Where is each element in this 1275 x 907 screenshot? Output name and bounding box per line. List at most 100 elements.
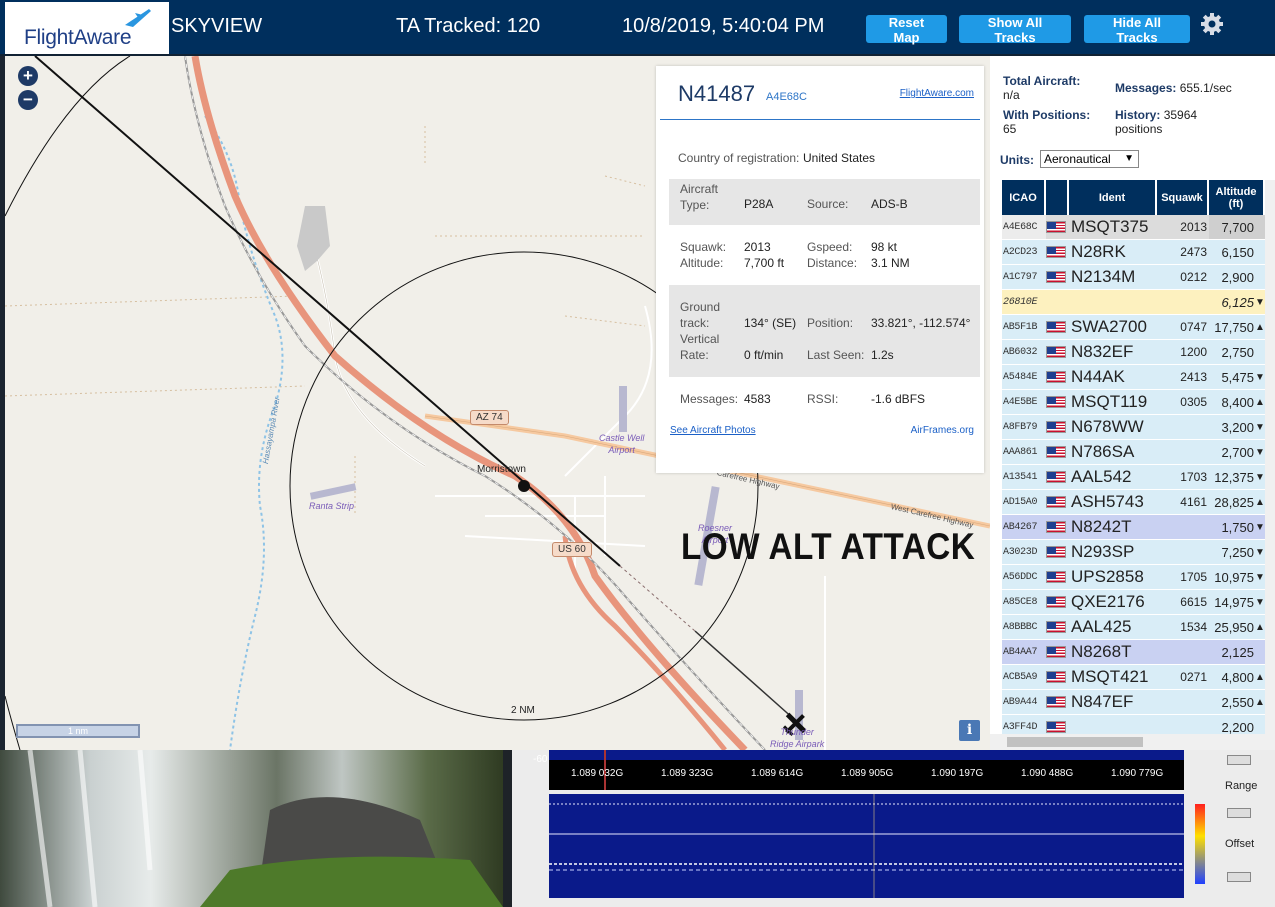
us-flag-icon	[1046, 646, 1066, 658]
flag-cell	[1046, 265, 1069, 289]
altitude-cell: 12,375 ▼	[1214, 469, 1265, 485]
squawk-cell: 2413	[1180, 370, 1207, 384]
table-row[interactable]: AAA861 N786SA 2,700 ▼	[1002, 440, 1265, 465]
table-row[interactable]: AB5F1B SWA2700 0747 17,750 ▲	[1002, 315, 1265, 340]
units-select[interactable]: Aeronautical ▼	[1040, 150, 1139, 168]
ident-cell: N8268T	[1071, 642, 1132, 661]
table-horizontal-scrollbar[interactable]	[990, 734, 1275, 750]
col-header-icao[interactable]: ICAO	[1002, 180, 1046, 215]
offset-slider[interactable]	[1227, 872, 1251, 882]
zoom-out-button[interactable]: −	[18, 90, 38, 110]
gspeed-label: Gspeed:	[807, 240, 853, 254]
flag-cell	[1046, 590, 1069, 614]
scroll-thumb[interactable]	[1007, 737, 1143, 747]
zoom-in-button[interactable]: +	[18, 66, 38, 86]
squawk-cell	[1157, 515, 1209, 539]
ident-cell: UPS2858	[1071, 567, 1144, 586]
total-aircraft-stat: Total Aircraft: n/a	[1003, 74, 1081, 102]
altitude-trend-icon: ▼	[1255, 521, 1265, 533]
reset-map-button[interactable]: Reset Map	[866, 15, 947, 45]
altitude-cell: 14,975 ▼	[1214, 594, 1265, 610]
table-row[interactable]: A4E68C MSQT375 2013 7,700	[1002, 215, 1265, 240]
altitude-trend-icon: ▲	[1255, 696, 1265, 708]
airport-ranta-strip: Ranta Strip	[309, 501, 355, 511]
history-stat: History: 35964 positions	[1115, 108, 1198, 136]
altitude-cell: 4,800 ▲	[1221, 669, 1265, 685]
table-row[interactable]: ACB5A9 MSQT421 0271 4,800 ▲	[1002, 665, 1265, 690]
airframes-link[interactable]: AirFrames.org	[911, 425, 974, 436]
gear-icon[interactable]	[1199, 11, 1225, 37]
flag-cell	[1046, 215, 1069, 239]
table-row[interactable]: AB4AA7 N8268T 2,125	[1002, 640, 1265, 665]
altitude-trend-icon: ▲	[1255, 396, 1265, 408]
flag-cell	[1046, 565, 1069, 589]
squawk-cell	[1157, 415, 1209, 439]
table-row[interactable]: AD15A0 ASH5743 4161 28,825 ▲	[1002, 490, 1265, 515]
table-row[interactable]: A4E5BE MSQT119 0305 8,400 ▲	[1002, 390, 1265, 415]
frequency-tick-label: 1.090 779G	[1111, 768, 1164, 779]
us-flag-icon	[1046, 571, 1066, 583]
altitude-cell: 10,975 ▼	[1214, 569, 1265, 585]
overlay-banner: LOW ALT ATTACK	[681, 526, 976, 567]
ident-cell: AAL425	[1071, 617, 1132, 636]
range-slider[interactable]	[1227, 808, 1251, 818]
map-info-button[interactable]: i	[959, 720, 980, 741]
frequency-tick-label: 1.090 197G	[931, 768, 984, 779]
table-row[interactable]: AB9A44 N847EF 2,550 ▲	[1002, 690, 1265, 715]
vrate-value: 0 ft/min	[744, 348, 784, 362]
hide-all-tracks-button[interactable]: Hide All Tracks	[1084, 15, 1190, 45]
altitude-cell: 1,750 ▼	[1221, 519, 1265, 535]
us-flag-icon	[1046, 596, 1066, 608]
altitude-cell: 2,550 ▲	[1221, 694, 1265, 710]
track-label-2: track:	[680, 316, 710, 330]
squawk-cell	[1157, 440, 1209, 464]
table-row[interactable]: A8FB79 N678WW 3,200 ▼	[1002, 415, 1265, 440]
messages-label: Messages:	[680, 392, 739, 406]
table-row[interactable]: 26810E 6,125 ▼	[1002, 290, 1265, 315]
frequency-tick-label: 1.089 614G	[751, 768, 804, 779]
table-row[interactable]: A8BBBC AAL425 1534 25,950 ▲	[1002, 615, 1265, 640]
range-slider-top[interactable]	[1227, 755, 1251, 765]
table-row[interactable]: A13541 AAL542 1703 12,375 ▼	[1002, 465, 1265, 490]
col-header-squawk[interactable]: Squawk	[1157, 180, 1209, 215]
popup-hex: A4E68C	[766, 91, 807, 103]
popup-divider	[660, 119, 980, 120]
flightaware-link[interactable]: FlightAware.com	[900, 88, 974, 99]
altitude-value: 7,700 ft	[744, 256, 785, 270]
table-row[interactable]: A1C797 N2134M 0212 2,900	[1002, 265, 1265, 290]
table-row[interactable]: AB4267 N8242T 1,750 ▼	[1002, 515, 1265, 540]
table-row[interactable]: A85CE8 QXE2176 6615 14,975 ▼	[1002, 590, 1265, 615]
col-header-altitude[interactable]: Altitude (ft)	[1209, 180, 1265, 215]
airport-thunder-ridge: Thunder Ridge Airpark	[770, 727, 825, 749]
table-vertical-scrollbar[interactable]	[1265, 180, 1275, 734]
squawk-cell	[1157, 640, 1209, 664]
altitude-trend-icon: ▼	[1255, 546, 1265, 558]
position-value: 33.821°, -112.574°	[871, 316, 971, 330]
table-row[interactable]: A3023D N293SP 7,250 ▼	[1002, 540, 1265, 565]
col-header-flag[interactable]	[1046, 180, 1069, 215]
squawk-cell: 0271	[1180, 670, 1207, 684]
color-scale	[1195, 804, 1205, 884]
table-row[interactable]: A2CD23 N28RK 2473 6,150	[1002, 240, 1265, 265]
with-positions-stat: With Positions: 65	[1003, 108, 1091, 136]
flightaware-logo[interactable]: FlightAware	[5, 2, 169, 54]
squawk-cell: 1705	[1180, 570, 1207, 584]
altitude-label: Altitude:	[680, 256, 724, 270]
table-row[interactable]: A5484E N44AK 2413 5,475 ▼	[1002, 365, 1265, 390]
icao-cell: AB4267	[1003, 521, 1038, 533]
lastseen-value: 1.2s	[871, 348, 894, 362]
us-flag-icon	[1046, 471, 1066, 483]
flag-cell	[1046, 465, 1069, 489]
offset-label: Offset	[1225, 838, 1255, 850]
show-all-tracks-button[interactable]: Show All Tracks	[959, 15, 1071, 45]
squawk-cell: 1703	[1180, 470, 1207, 484]
chevron-down-icon: ▼	[1124, 153, 1134, 164]
col-header-ident[interactable]: Ident	[1069, 180, 1157, 215]
country-value: United States	[803, 151, 876, 165]
aircraft-photos-link[interactable]: See Aircraft Photos	[670, 425, 756, 436]
flag-cell	[1046, 390, 1069, 414]
ident-cell: N678WW	[1071, 417, 1144, 436]
table-row[interactable]: A56DDC UPS2858 1705 10,975 ▼	[1002, 565, 1265, 590]
ident-cell: MSQT421	[1071, 667, 1149, 686]
table-row[interactable]: AB6032 N832EF 1200 2,750	[1002, 340, 1265, 365]
